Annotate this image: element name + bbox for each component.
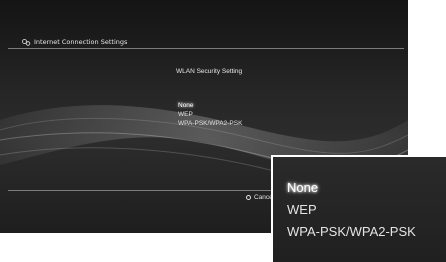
page-title: Internet Connection Settings xyxy=(34,38,128,46)
zoom-option-wep[interactable]: WEP xyxy=(287,199,416,221)
settings-gear-icon xyxy=(22,38,31,46)
option-wpa-psk[interactable]: WPA-PSK/WPA2-PSK xyxy=(178,119,242,128)
option-wep[interactable]: WEP xyxy=(178,110,242,119)
zoom-option-wpa-psk[interactable]: WPA-PSK/WPA2-PSK xyxy=(287,221,416,243)
header-divider xyxy=(8,48,404,49)
security-options-list: None WEP WPA-PSK/WPA2-PSK xyxy=(178,101,242,128)
option-none[interactable]: None xyxy=(178,101,242,110)
header: Internet Connection Settings xyxy=(22,38,127,46)
zoom-inset: None WEP WPA-PSK/WPA2-PSK xyxy=(271,155,446,262)
zoom-option-none[interactable]: None xyxy=(287,177,416,199)
zoom-options-list: None WEP WPA-PSK/WPA2-PSK xyxy=(287,177,416,243)
dialog-title: WLAN Security Setting xyxy=(176,68,243,75)
cancel-button[interactable]: Cancel xyxy=(246,194,274,201)
circle-button-icon xyxy=(246,195,251,200)
